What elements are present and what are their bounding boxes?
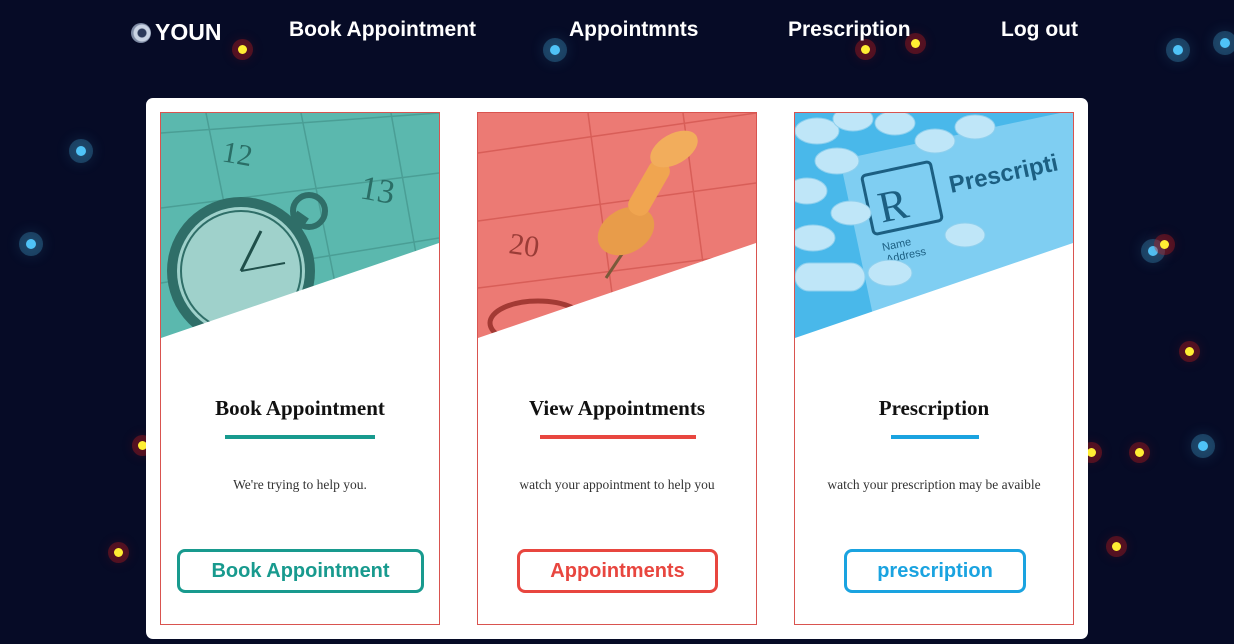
rx-prescription-pills-icon: R Prescripti Name Address	[795, 113, 1073, 338]
card-view-appointments: 20 View Appointments watch your appointm…	[477, 112, 757, 625]
card-title: Prescription	[878, 396, 990, 420]
glow-dot	[1148, 246, 1158, 256]
glow-dot	[1135, 448, 1144, 457]
glow-dot	[76, 146, 86, 156]
svg-text:13: 13	[358, 169, 398, 211]
logo[interactable]: YOUN	[131, 19, 221, 46]
calendar-pushpin-icon: 20	[478, 113, 756, 338]
nav-prescription[interactable]: Prescription	[788, 18, 911, 42]
glow-dot	[1198, 441, 1208, 451]
pocket-watch-calendar-icon: 12 13	[161, 113, 439, 338]
card-divider	[540, 435, 696, 439]
nav-book-appointment[interactable]: Book Appointment	[289, 18, 476, 42]
top-navigation: YOUN Book Appointment Appointmnts Prescr…	[0, 0, 1234, 64]
glow-dot	[26, 239, 36, 249]
card-title: Book Appointment	[215, 396, 385, 420]
book-appointment-button[interactable]: Book Appointment	[177, 549, 424, 593]
svg-text:20: 20	[507, 227, 541, 264]
card-prescription: R Prescripti Name Address Prescription w…	[794, 112, 1074, 625]
glow-dot	[1185, 347, 1194, 356]
logo-text: YOUN	[155, 19, 222, 45]
card-divider	[891, 435, 979, 439]
nav-logout[interactable]: Log out	[1001, 18, 1078, 42]
card-divider	[225, 435, 375, 439]
glow-dot	[1160, 240, 1169, 249]
prescription-button[interactable]: prescription	[844, 549, 1026, 593]
glow-dot	[1112, 542, 1121, 551]
glow-dot	[114, 548, 123, 557]
card-book-appointment: 12 13 Book Appointment We're trying to h…	[160, 112, 440, 625]
glow-dot	[1087, 448, 1096, 457]
appointments-button[interactable]: Appointments	[517, 549, 718, 593]
card-description: watch your prescription may be avaible	[827, 477, 1041, 492]
card-title: View Appointments	[529, 396, 705, 420]
nav-appointments[interactable]: Appointmnts	[569, 18, 698, 42]
card-description: We're trying to help you.	[233, 477, 367, 492]
svg-text:12: 12	[220, 135, 255, 173]
card-description: watch your appointment to help you	[519, 477, 715, 492]
eye-logo-icon	[131, 22, 151, 43]
